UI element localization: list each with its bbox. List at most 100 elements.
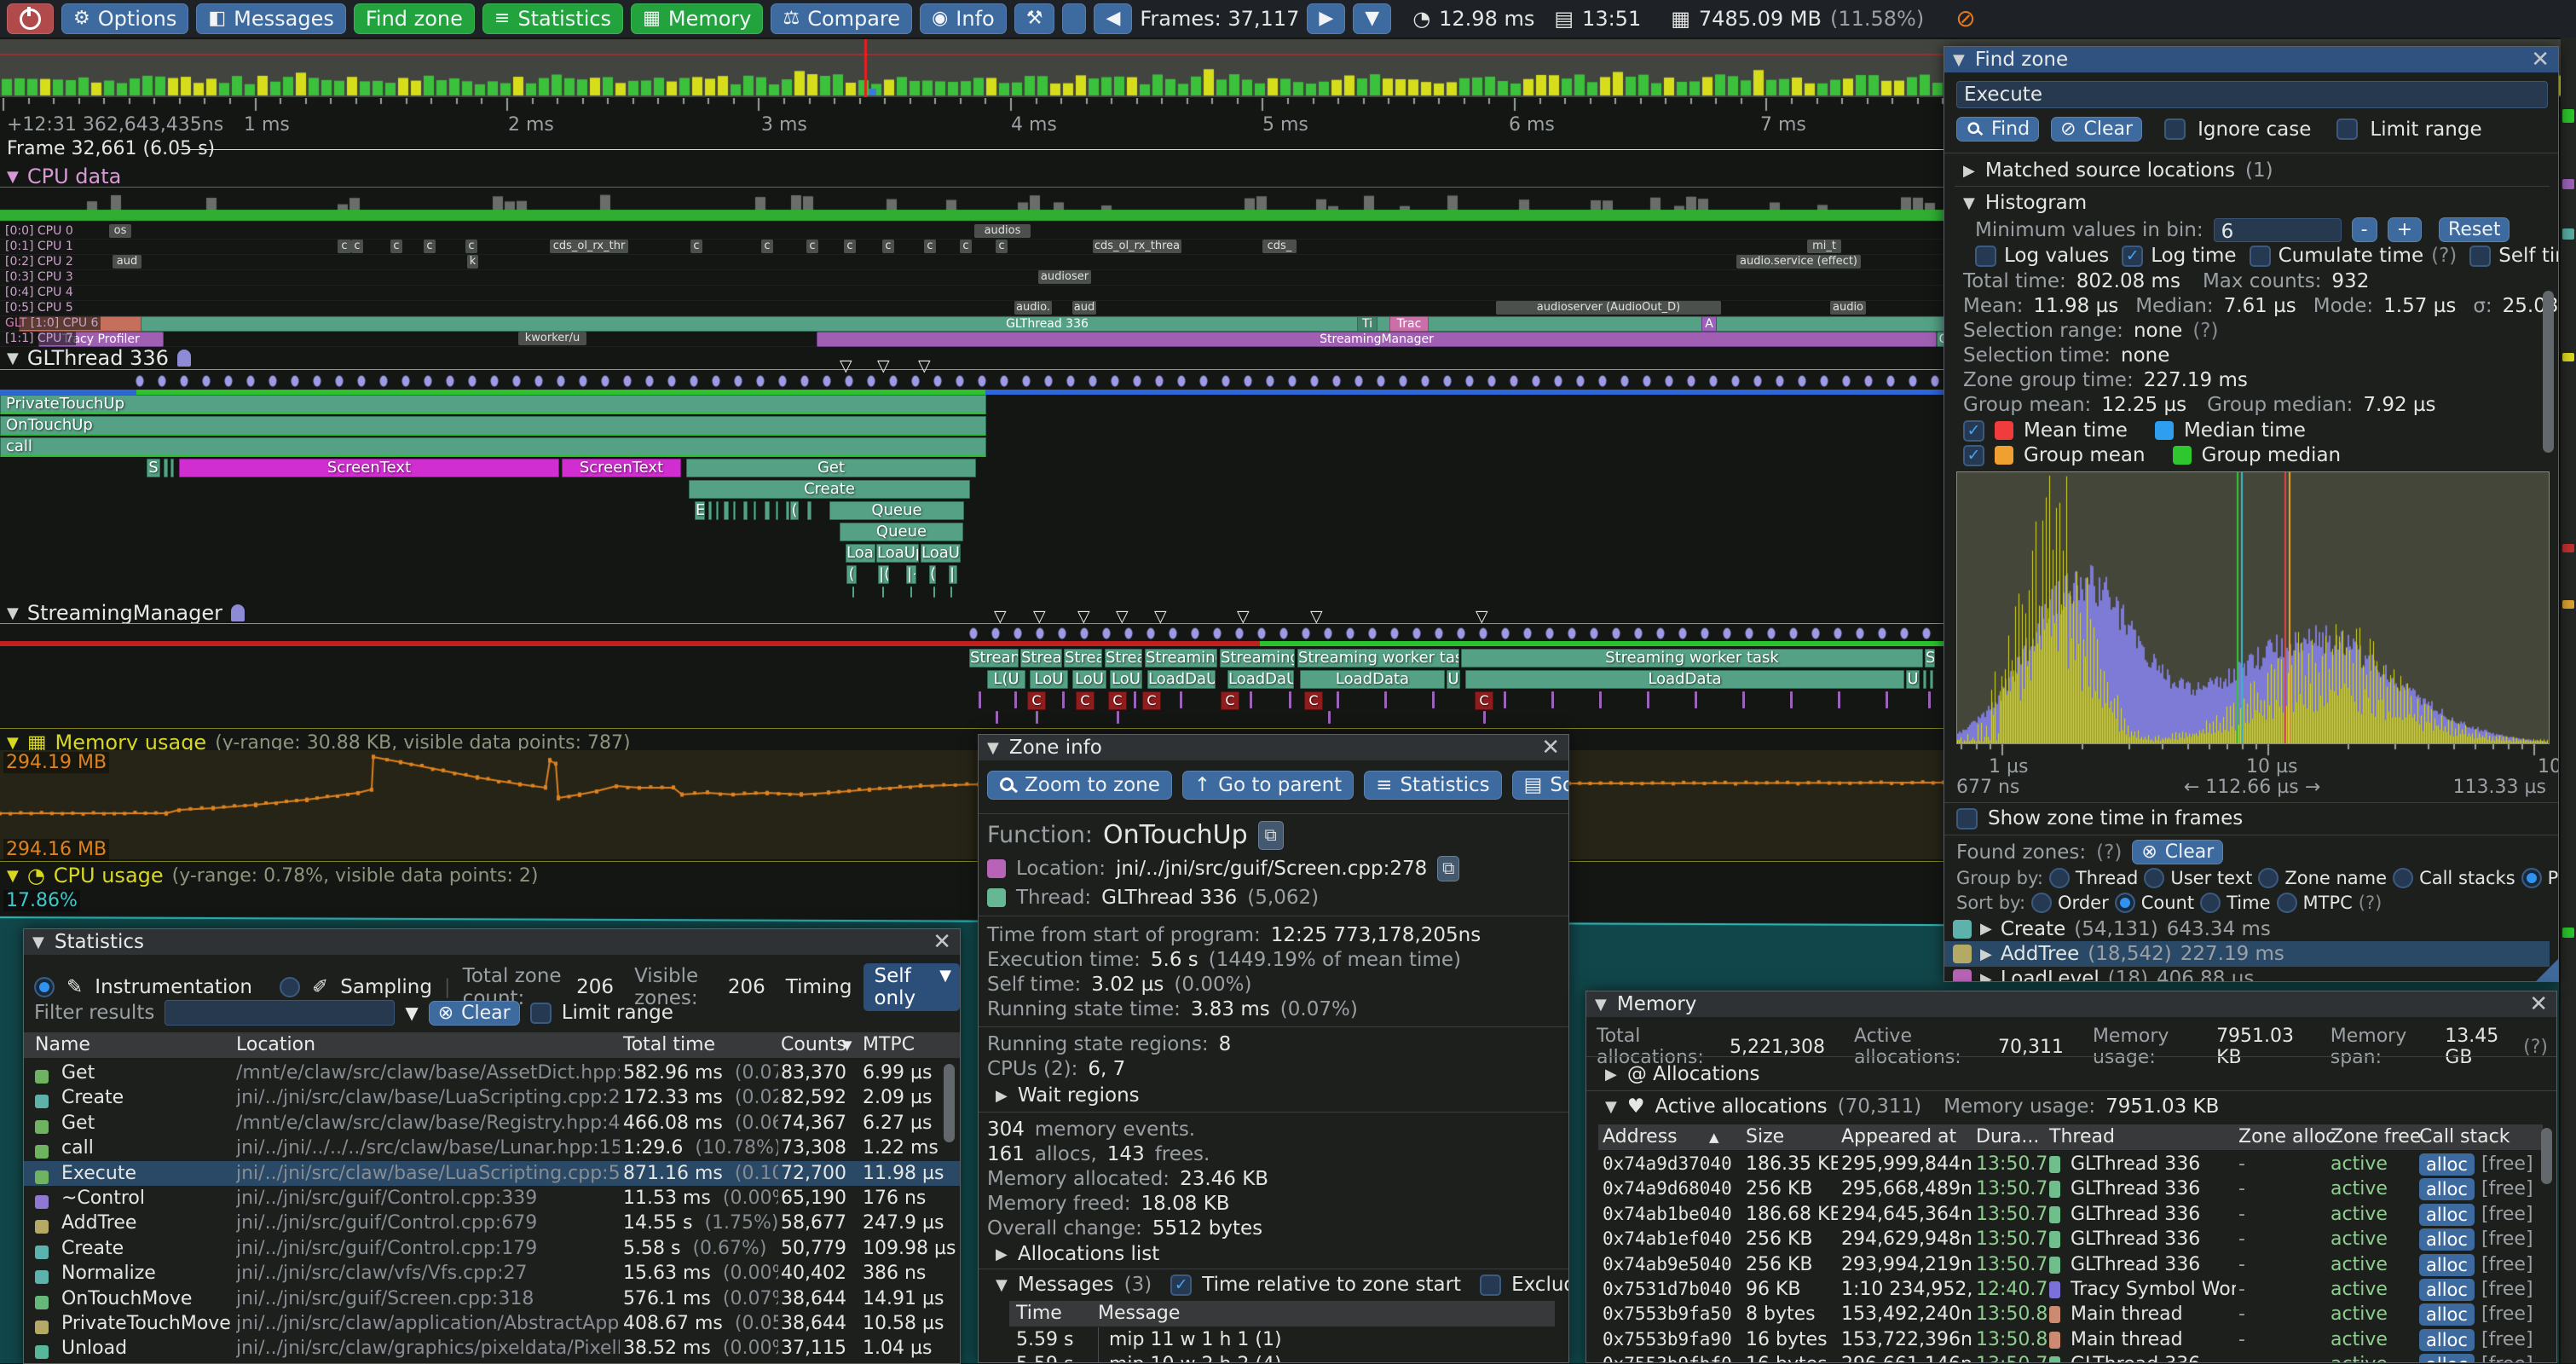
close-icon[interactable]: ✕ [933, 929, 951, 955]
timeline-zone[interactable]: C [1027, 691, 1046, 710]
toolbar-button[interactable]: ▦Memory [631, 3, 763, 34]
cpu-zone-chip[interactable]: audioser [1038, 270, 1091, 284]
minimap-strip[interactable] [2561, 38, 2576, 1363]
timeline-zone[interactable] [1886, 691, 1888, 708]
timeline-zone[interactable] [950, 587, 952, 598]
timeline-zone[interactable] [1014, 691, 1017, 708]
cpu-zone-chip[interactable]: c [351, 240, 363, 253]
cpu-zone-chip[interactable]: cds_ol_rx_threa [1093, 240, 1181, 253]
find-zone-scrollbar[interactable] [2543, 291, 2554, 453]
table-row[interactable]: Normalize jni/../jni/src/claw/vfs/Vfs.cp… [24, 1261, 960, 1286]
ignore-case-checkbox[interactable] [2164, 118, 2186, 140]
allocation-row[interactable]: 0x74a9d68040 256 KB 295,668,489ns 13:50.… [1598, 1176, 2543, 1201]
col-address[interactable]: Address [1603, 1124, 1678, 1150]
timeline-zone[interactable] [979, 691, 981, 708]
timeline-zone[interactable]: Queue [829, 501, 964, 520]
next-frame-button[interactable]: ▶ [1307, 3, 1345, 34]
timeline-zone[interactable]: LoadDaU [1227, 670, 1294, 689]
timeline-zone[interactable] [716, 501, 719, 520]
timeline-zone[interactable]: U [1447, 670, 1460, 689]
timeline-zone[interactable]: Strea [1105, 649, 1142, 668]
table-row[interactable]: OnTouchMove jni/../jni/src/guif/Screen.c… [24, 1286, 960, 1311]
timeline-zone[interactable] [882, 587, 884, 598]
col-call-stack[interactable]: Call stack [2419, 1124, 2510, 1150]
table-row[interactable]: Create jni/../jni/src/guif/Control.cpp:1… [24, 1236, 960, 1261]
message-marker-icon[interactable]: ▽ [1237, 607, 1250, 626]
timeline-zone[interactable]: E [695, 501, 705, 520]
found-zones-list[interactable]: ▶ Create (54,131) 643.34 ms ▶ AddTree (1… [1944, 916, 2550, 982]
col-location[interactable]: Location [236, 1032, 315, 1058]
timeline-zone[interactable] [933, 587, 935, 598]
timeline-zone[interactable]: ( [846, 565, 857, 584]
table-row[interactable]: Execute jni/../jni/src/claw/base/LuaScri… [24, 1161, 960, 1186]
timeline-zone[interactable] [1117, 711, 1119, 724]
timeline-zone[interactable] [765, 501, 770, 520]
min-bin-input[interactable]: 6 [2214, 218, 2342, 242]
clear-found-button[interactable]: ⊗Clear [2132, 840, 2223, 864]
group-by-option[interactable]: User text [2144, 868, 2252, 888]
timeline-zone[interactable]: C [1221, 691, 1239, 710]
timeline-zone[interactable] [1062, 691, 1065, 708]
timeline-zone[interactable] [1790, 691, 1793, 708]
cpu-zone-chip[interactable]: c [960, 240, 972, 253]
disconnected-icon[interactable]: ⊘ [1955, 9, 1975, 28]
allocations-list-expander[interactable]: ▶Allocations list [996, 1243, 1159, 1265]
timeline-zone[interactable]: Streaming [1145, 649, 1217, 668]
collapse-icon[interactable]: ▼ [1595, 996, 1607, 1014]
timeline-zone[interactable]: PrivateTouchUp [0, 395, 986, 414]
toolbar-button[interactable]: ⚙Options [61, 3, 188, 34]
cpu-zone-chip[interactable]: audio.service (effect) [1736, 255, 1861, 269]
timeline-zone[interactable] [1180, 691, 1182, 708]
sort-by-option[interactable]: Time [2200, 893, 2270, 913]
timeline-zone[interactable] [1695, 691, 1697, 708]
timeline-zone[interactable] [852, 587, 854, 598]
find-zone-input[interactable]: Execute [1956, 81, 2548, 108]
mean-median-checkbox[interactable] [1963, 420, 1984, 442]
timeline-zone[interactable] [1337, 691, 1339, 708]
timeline-zone[interactable] [996, 711, 998, 724]
cpu-zone-chip[interactable]: GLThread 336 [141, 316, 1954, 332]
collapse-icon[interactable]: ▼ [7, 168, 19, 186]
memory-table[interactable]: 0x74a9d37040 186.35 KB 295,999,844ns 13:… [1598, 1152, 2543, 1363]
toolbar-button[interactable] [1062, 3, 1086, 34]
timing-dropdown[interactable]: Self only [863, 963, 960, 1011]
sort-by-option[interactable]: Order [2031, 893, 2109, 913]
cpu-zone-chip[interactable]: audio [1830, 301, 1866, 315]
timeline-zone[interactable] [1432, 691, 1435, 708]
collapse-icon[interactable]: ▼ [1953, 51, 1965, 69]
close-icon[interactable]: ✕ [2531, 47, 2550, 72]
timeline-zone[interactable] [1483, 711, 1486, 724]
timeline-zone[interactable] [1036, 711, 1038, 724]
message-marker-icon[interactable]: ▽ [1033, 607, 1046, 626]
col-zone-alloc[interactable]: Zone alloc [2238, 1124, 2336, 1150]
toolbar-button[interactable]: ⚒ [1014, 3, 1055, 34]
found-zone-row[interactable]: ▶ LoadLevel (18) 406.88 µs [1944, 967, 2550, 982]
cpu-zone-chip[interactable]: cds_ [1262, 240, 1297, 253]
timeline-zone[interactable]: ScreenText [562, 459, 681, 477]
cpu-zone-chip[interactable]: c [996, 240, 1008, 253]
cpu-zone-chip[interactable]: c [424, 240, 436, 253]
reset-button[interactable]: Reset [2439, 217, 2510, 242]
timeline-zone[interactable]: ( [790, 501, 799, 520]
timeline-zone[interactable]: C [1108, 691, 1127, 710]
memory-scrollbar[interactable] [2541, 1128, 2552, 1184]
timeline-zone[interactable] [724, 501, 729, 520]
message-marker-icon[interactable]: ▽ [1116, 607, 1129, 626]
plus-button[interactable]: + [2388, 217, 2422, 242]
group-by-option[interactable]: Zone name [2258, 868, 2387, 888]
alloc-callstack-button[interactable]: alloc [2419, 1329, 2475, 1351]
group-checkbox[interactable] [1963, 445, 1984, 466]
close-icon[interactable]: ✕ [2529, 991, 2548, 1017]
timeline-zone[interactable] [1599, 691, 1602, 708]
clipboard-icon[interactable]: ⧉ [1437, 856, 1459, 881]
timeline-zone[interactable]: C [1475, 691, 1493, 710]
cpu-zone-chip[interactable]: c [844, 240, 856, 253]
cpu-zone-chip[interactable]: c [465, 240, 477, 253]
timeline-zone[interactable]: Create [689, 480, 970, 499]
timeline-zone[interactable] [776, 501, 778, 520]
sort-by-option[interactable]: MTPC [2277, 893, 2353, 913]
table-row[interactable]: PrivateTouchMove jni/../jni/src/claw/app… [24, 1311, 960, 1336]
toolbar-button[interactable]: ≡Statistics [482, 3, 623, 34]
cpu-zone-chip[interactable]: c [806, 240, 818, 253]
allocation-row[interactable]: 0x7553b9fa90 16 bytes 153,722,396ns 13:5… [1598, 1327, 2543, 1352]
